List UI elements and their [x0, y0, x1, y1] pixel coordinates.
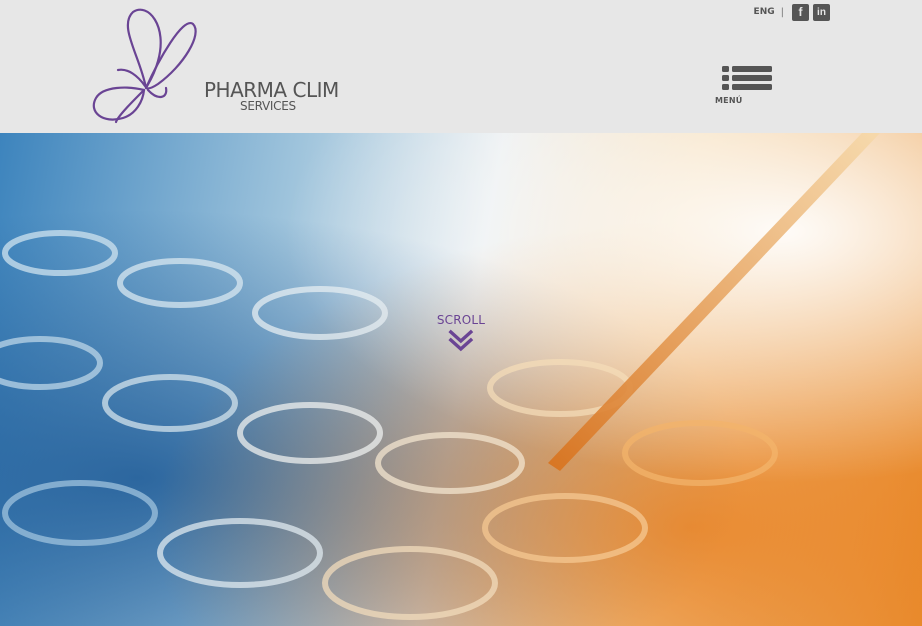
linkedin-icon[interactable]: in: [813, 3, 830, 21]
facebook-icon[interactable]: f: [792, 3, 809, 21]
logo[interactable]: PHARMA CLIM SERVICES: [88, 6, 358, 128]
menu-list-icon: [722, 66, 772, 90]
brand-subtitle: SERVICES: [240, 99, 296, 113]
hero-banner: SCROLL: [0, 133, 922, 626]
test-tubes-image: [0, 133, 880, 620]
scroll-label: SCROLL: [436, 313, 486, 327]
double-chevron-down-icon: [448, 329, 474, 352]
separator: |: [780, 6, 784, 18]
scroll-down-button[interactable]: SCROLL: [437, 313, 485, 353]
butterfly-logo-icon: [92, 8, 197, 124]
top-utility-bar: ENG | f in: [754, 3, 830, 21]
menu-label: MENÚ: [715, 96, 743, 105]
language-selector[interactable]: ENG: [754, 7, 775, 17]
menu-button[interactable]: MENÚ: [715, 66, 775, 110]
site-header: PHARMA CLIM SERVICES ENG | f in MENÚ: [0, 0, 922, 133]
